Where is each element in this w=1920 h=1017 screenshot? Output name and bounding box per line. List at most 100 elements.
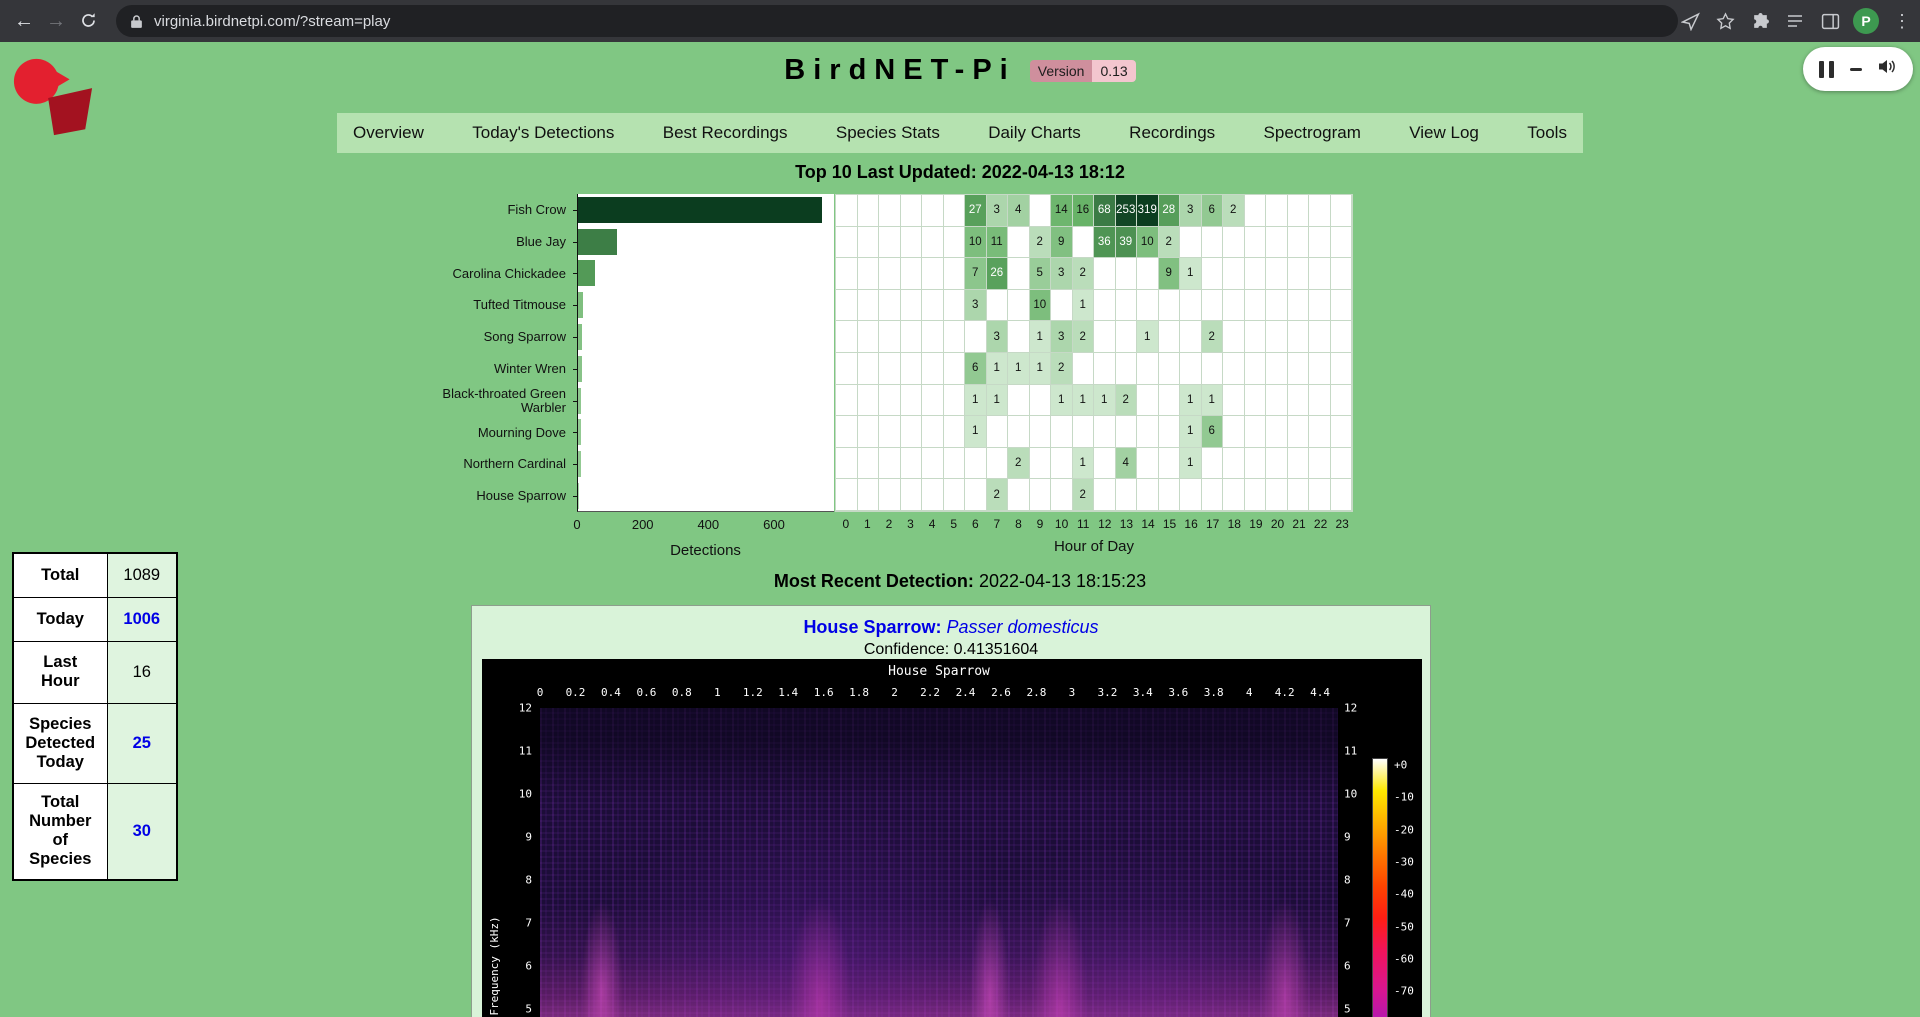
- hour-tick: 6: [972, 517, 979, 531]
- heatmap-cell: 1: [1073, 448, 1095, 480]
- heatmap-cell: [1051, 290, 1073, 322]
- reload-button[interactable]: [74, 8, 102, 34]
- hour-tick: 3: [907, 517, 914, 531]
- species-latin-link[interactable]: Passer domesticus: [946, 617, 1098, 637]
- time-tick: 4.4: [1310, 686, 1330, 699]
- side-panel-icon[interactable]: [1818, 9, 1842, 33]
- time-tick: 0: [537, 686, 544, 699]
- spectrogram: House Sparrow Frequency (kHz) 00.20.40.6…: [482, 659, 1422, 1017]
- forward-button[interactable]: →: [42, 8, 70, 34]
- heatmap-cell: [1030, 479, 1052, 511]
- species-common-link[interactable]: House Sparrow:: [803, 617, 941, 637]
- reading-list-icon[interactable]: [1783, 9, 1807, 33]
- detections-bar: [578, 356, 582, 382]
- address-bar[interactable]: virginia.birdnetpi.com/?stream=play: [116, 5, 1678, 37]
- species-label-mourning-dove: Mourning Dove: [440, 417, 572, 449]
- browser-chrome: ← → virginia.birdnetpi.com/?stream=play …: [0, 0, 1920, 42]
- nav-item-tools[interactable]: Tools: [1527, 123, 1567, 143]
- heatmap-cell: 10: [1137, 227, 1159, 259]
- heatmap-cell: [1223, 448, 1245, 480]
- time-tick: 0.6: [636, 686, 656, 699]
- heatmap-cell: [879, 416, 901, 448]
- nav-item-view-log[interactable]: View Log: [1409, 123, 1479, 143]
- back-button[interactable]: ←: [10, 8, 38, 34]
- heatmap-cell: [901, 227, 923, 259]
- time-tick: 3: [1069, 686, 1076, 699]
- hour-tick: 8: [1015, 517, 1022, 531]
- nav-item-recordings[interactable]: Recordings: [1129, 123, 1215, 143]
- stats-value-link[interactable]: 25: [107, 703, 177, 783]
- volume-slider-icon[interactable]: [1850, 68, 1862, 71]
- heatmap-cell: [1266, 227, 1288, 259]
- heatmap-cell: [1309, 479, 1331, 511]
- time-tick: 0.4: [601, 686, 621, 699]
- heatmap-cell: [1073, 416, 1095, 448]
- stats-label: Total: [13, 553, 107, 597]
- heatmap-cell: 9: [1051, 227, 1073, 259]
- heatmap-cell: [1223, 227, 1245, 259]
- send-icon[interactable]: [1678, 9, 1702, 33]
- hour-tick: 4: [929, 517, 936, 531]
- freq-tick-left: 10: [488, 788, 532, 801]
- nav-item-today-s-detections[interactable]: Today's Detections: [472, 123, 614, 143]
- url-text[interactable]: virginia.birdnetpi.com/?stream=play: [154, 13, 390, 30]
- heatmap-cell: [901, 195, 923, 227]
- heatmap-cell: [1245, 353, 1267, 385]
- heatmap-cell: 3: [987, 321, 1009, 353]
- detections-bar: [578, 292, 583, 318]
- heatmap-cell: 2: [1008, 448, 1030, 480]
- heatmap-cell: [1008, 416, 1030, 448]
- hour-tick: 22: [1314, 517, 1327, 531]
- species-label-carolina-chickadee: Carolina Chickadee: [440, 258, 572, 290]
- detections-bar: [578, 197, 822, 223]
- heatmap-cell: [1030, 385, 1052, 417]
- extensions-puzzle-icon[interactable]: [1748, 9, 1772, 33]
- species-label-black-throated-green-warbler: Black-throated Green Warbler: [440, 385, 572, 417]
- hour-tick: 18: [1228, 517, 1241, 531]
- db-tick: -70: [1394, 985, 1414, 998]
- heatmap-cell: [965, 321, 987, 353]
- heatmap-cell: [1159, 385, 1181, 417]
- heatmap-cell: [922, 321, 944, 353]
- nav-item-species-stats[interactable]: Species Stats: [836, 123, 940, 143]
- heatmap-cell: [1331, 227, 1353, 259]
- species-label-blue-jay: Blue Jay: [440, 226, 572, 258]
- time-tick: 3.6: [1168, 686, 1188, 699]
- stats-value-link[interactable]: 1006: [107, 597, 177, 641]
- heatmap-cell: [1116, 479, 1138, 511]
- freq-tick-left: 11: [488, 745, 532, 758]
- stats-label: Today: [13, 597, 107, 641]
- stats-value-link[interactable]: 30: [107, 783, 177, 880]
- heatmap-cell: [944, 195, 966, 227]
- hour-tick: 17: [1206, 517, 1219, 531]
- heatmap-cell: [1331, 290, 1353, 322]
- heatmap-cell: [1159, 353, 1181, 385]
- nav-item-overview[interactable]: Overview: [353, 123, 424, 143]
- heatmap-cell: [1137, 353, 1159, 385]
- site-info-lock-icon[interactable]: [130, 14, 143, 29]
- nav-item-best-recordings[interactable]: Best Recordings: [663, 123, 788, 143]
- heatmap-cell: [1137, 290, 1159, 322]
- nav-item-spectrogram[interactable]: Spectrogram: [1264, 123, 1361, 143]
- heatmap-cell: [1159, 321, 1181, 353]
- bookmark-star-icon[interactable]: [1713, 9, 1737, 33]
- profile-avatar[interactable]: P: [1853, 8, 1879, 34]
- pause-icon[interactable]: [1819, 61, 1834, 78]
- nav-item-daily-charts[interactable]: Daily Charts: [988, 123, 1081, 143]
- stats-table: Total1089Today1006Last Hour16Species Det…: [12, 552, 178, 881]
- speaker-icon[interactable]: [1877, 58, 1897, 80]
- heatmap-cell: [1309, 195, 1331, 227]
- heatmap-cell: [1223, 479, 1245, 511]
- heatmap-cell: [1202, 353, 1224, 385]
- heatmap-cell: 2: [1073, 479, 1095, 511]
- heatmap-cell: [1288, 321, 1310, 353]
- stats-row-total-number-of-species: Total Number of Species30: [13, 783, 177, 880]
- bar-row: [578, 480, 834, 512]
- bar-x-tick: 400: [697, 517, 719, 532]
- heatmap-cell: [1331, 416, 1353, 448]
- heatmap-cell: 10: [1030, 290, 1052, 322]
- heatmap-cell: [987, 416, 1009, 448]
- heatmap-cell: [944, 448, 966, 480]
- menu-dots-icon[interactable]: ⋮: [1890, 9, 1914, 33]
- heatmap-cell: [1030, 448, 1052, 480]
